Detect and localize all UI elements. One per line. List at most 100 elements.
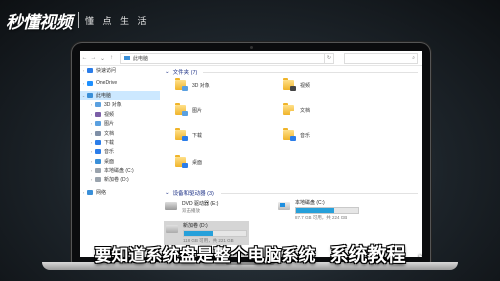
folder-tile[interactable]: 下载 <box>175 128 203 141</box>
sidebar-item-label: 桌面 <box>104 158 115 165</box>
sidebar-item-label: 新加卷 (D:) <box>104 177 129 184</box>
folder-tile[interactable]: 3D 对象 <box>175 78 210 91</box>
expand-chevron-icon[interactable]: › <box>88 140 95 145</box>
refresh-icon[interactable]: ↻ <box>325 52 334 64</box>
drive-e[interactable]: DVD 驱动器 (E:) 双击播放 <box>165 200 218 214</box>
sidebar-item[interactable]: › OneDrive <box>80 78 160 87</box>
sidebar-item[interactable]: › 3D 对象 <box>80 100 160 109</box>
desktop-icon <box>95 158 101 164</box>
sidebar-item-label: 视频 <box>104 111 115 118</box>
picture-icon <box>95 121 101 127</box>
drive-icon <box>166 225 178 233</box>
sidebar-item-label: 图片 <box>104 121 115 128</box>
expand-chevron-icon[interactable]: › <box>88 168 95 173</box>
sidebar-item[interactable]: ⌄ 此电脑 <box>80 90 160 101</box>
folders-section-header[interactable]: ⌄ 文件夹 (7) <box>165 68 197 76</box>
sidebar-item-label: 音乐 <box>104 149 115 156</box>
cube-icon <box>95 102 101 108</box>
watermark-logo: 秒懂视频 <box>6 12 73 32</box>
video-icon <box>95 111 101 117</box>
folder-tile[interactable]: 桌面 <box>175 155 203 168</box>
expand-chevron-icon[interactable]: › <box>80 190 87 195</box>
drive-icon <box>95 168 101 174</box>
picture-icon <box>182 111 188 116</box>
sidebar-item-label: 本地磁盘 (C:) <box>104 168 134 175</box>
music-icon <box>290 136 296 141</box>
sidebar-item[interactable]: › 文档 <box>80 128 160 137</box>
dvd-drive-icon <box>165 202 177 210</box>
star-icon <box>87 68 93 74</box>
document-icon <box>95 130 101 136</box>
watermark-divider <box>78 12 79 28</box>
folder-tile[interactable]: 音乐 <box>283 128 311 141</box>
breadcrumb-this-pc[interactable]: 此电脑 <box>133 55 148 62</box>
folder-icon <box>175 103 188 116</box>
sidebar-item[interactable]: › 视频 <box>80 110 160 119</box>
address-bar[interactable]: 此电脑 <box>120 52 325 64</box>
sidebar-item[interactable]: › 网络 <box>80 188 160 197</box>
sidebar-item-label: 文档 <box>104 130 115 137</box>
drive-d-usage-bar <box>183 230 247 237</box>
folder-icon <box>283 128 296 141</box>
folder-label: 图片 <box>192 107 203 114</box>
expand-chevron-icon[interactable]: › <box>80 81 87 86</box>
expand-chevron-icon[interactable]: › <box>88 149 95 154</box>
folder-tile[interactable]: 文档 <box>283 103 311 116</box>
cloud-icon <box>87 80 93 86</box>
expand-chevron-icon[interactable]: ⌄ <box>80 93 87 98</box>
video-subtitle: 要知道系统盘是整个电脑系统 系统教程 <box>0 240 500 267</box>
search-input[interactable]: ⌕ <box>344 52 418 64</box>
sidebar-item-label: OneDrive <box>96 80 118 87</box>
expand-chevron-icon[interactable]: › <box>88 112 95 117</box>
desktop-icon <box>182 163 188 168</box>
sidebar-item-label: 3D 对象 <box>104 102 122 109</box>
expand-chevron-icon[interactable]: › <box>88 102 95 107</box>
folder-tile[interactable]: 视频 <box>283 78 311 91</box>
sidebar-item[interactable]: › 新加卷 (D:) <box>80 175 160 184</box>
folder-label: 音乐 <box>300 132 311 139</box>
up-arrow-icon[interactable]: ↑ <box>107 55 116 61</box>
laptop-bezel: ← → ⌄ ↑ 此电脑 ↻ ⌕ › 快速访问 › OneDrive ⌄ 此电脑 › 3D 对象… <box>72 43 430 265</box>
expand-chevron-icon[interactable]: › <box>88 121 95 126</box>
expand-chevron-icon[interactable]: › <box>80 68 87 73</box>
sidebar-item[interactable]: › 桌面 <box>80 157 160 166</box>
folder-label: 3D 对象 <box>192 82 210 89</box>
sidebar-item[interactable]: › 音乐 <box>80 147 160 156</box>
forward-arrow-icon[interactable]: → <box>89 55 98 61</box>
drive-e-size: 双击播放 <box>182 208 200 213</box>
drive-c-usage-bar <box>295 207 359 214</box>
sidebar-item[interactable]: › 下载 <box>80 138 160 147</box>
sidebar-item[interactable]: › 快速访问 <box>80 66 160 75</box>
drive-c-name: 本地磁盘 (C:) <box>295 200 325 206</box>
navigation-pane: › 快速访问 › OneDrive ⌄ 此电脑 › 3D 对象 › 视频 › 图片 › 文档 › 下载 › 音乐 ›… <box>80 66 160 257</box>
music-icon <box>95 149 101 155</box>
recent-locations-chevron-icon[interactable]: ⌄ <box>98 55 107 62</box>
subtitle-text: 要知道系统盘是整个电脑系统 <box>94 246 316 265</box>
expand-chevron-icon[interactable]: › <box>88 131 95 136</box>
back-arrow-icon[interactable]: ← <box>80 55 89 61</box>
watermark-tagline: 懂 点 生 活 <box>85 15 150 26</box>
folder-icon <box>175 78 188 91</box>
file-explorer-window: ← → ⌄ ↑ 此电脑 ↻ ⌕ › 快速访问 › OneDrive ⌄ 此电脑 › 3D 对象… <box>80 51 422 257</box>
download-icon <box>182 136 188 141</box>
drive-c[interactable]: 本地磁盘 (C:) 87.7 GB 可用，共 224 GB <box>278 199 359 221</box>
sidebar-item[interactable]: › 图片 <box>80 119 160 128</box>
sidebar-item[interactable]: › 本地磁盘 (C:) <box>80 166 160 175</box>
document-icon <box>290 111 296 116</box>
computer-icon <box>87 92 93 98</box>
folder-label: 桌面 <box>192 159 203 166</box>
drives-section-header[interactable]: ⌄ 设备和驱动器 (3) <box>165 189 214 197</box>
folder-tile[interactable]: 图片 <box>175 103 203 116</box>
expand-chevron-icon[interactable]: › <box>88 159 95 164</box>
drive-e-name: DVD 驱动器 (E:) <box>182 201 219 207</box>
sidebar-item-label: 快速访问 <box>96 68 117 75</box>
webcam <box>249 46 253 49</box>
folder-label: 视频 <box>300 82 311 89</box>
windows-drive-icon <box>278 202 290 210</box>
folder-label: 下载 <box>192 132 203 139</box>
folder-label: 文档 <box>300 107 311 114</box>
expand-chevron-icon[interactable]: › <box>88 177 95 182</box>
folder-icon <box>175 128 188 141</box>
cube-icon <box>182 86 188 91</box>
search-icon: ⌕ <box>412 55 415 61</box>
